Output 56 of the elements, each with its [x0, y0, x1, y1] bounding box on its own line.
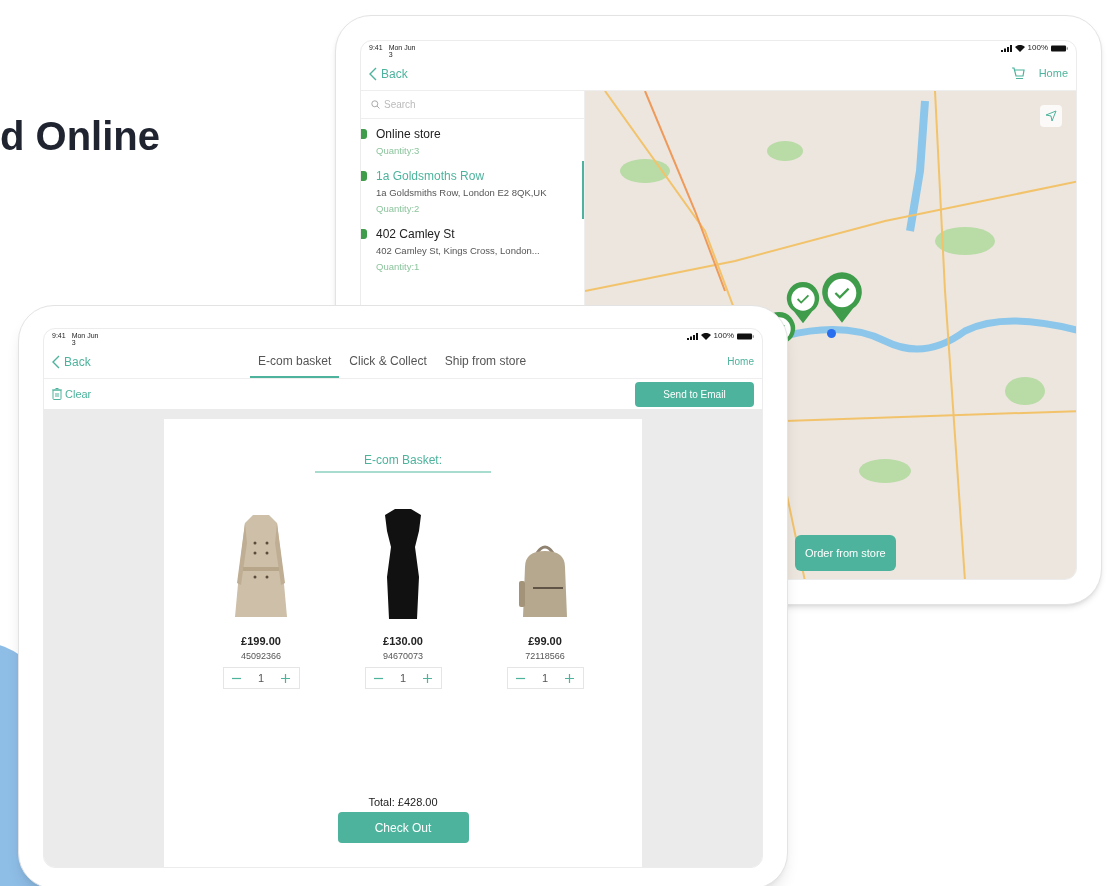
battery-percent: 100% — [713, 332, 734, 340]
product-code: 94670073 — [382, 649, 423, 663]
tab[interactable]: E-com basket — [250, 345, 340, 378]
park-area — [935, 227, 995, 255]
plus-icon[interactable] — [423, 673, 432, 683]
product-price: £130.00 — [383, 634, 423, 649]
park-area — [1005, 377, 1045, 405]
store-quantity: Quantity:3 — [376, 145, 421, 157]
page-heading: d Online — [0, 113, 160, 160]
location-arrow-button[interactable] — [1040, 105, 1062, 127]
store-address: 1a Goldsmiths Row, London E2 8QK,UK — [376, 187, 547, 199]
store-marker-icon — [361, 129, 367, 139]
wifi-icon — [1014, 44, 1025, 52]
store-quantity: Quantity:1 — [376, 261, 421, 273]
quantity-value: 1 — [541, 670, 549, 686]
signal-icon — [1000, 44, 1012, 52]
search-icon — [371, 100, 380, 109]
tab[interactable]: Click & Collect — [341, 345, 435, 378]
store-marker-icon — [361, 229, 367, 239]
product-code: 45092366 — [240, 649, 281, 663]
quantity-stepper[interactable]: 1 — [222, 667, 300, 689]
quantity-value: 1 — [257, 670, 265, 686]
store-name: Online store — [376, 127, 441, 141]
store-quantity: Quantity:2 — [376, 203, 421, 215]
store-list-item[interactable]: 402 Camley St 402 Camley St, Kings Cross, London... Quantity:1 — [361, 219, 584, 277]
wifi-icon — [700, 332, 711, 340]
park-area — [620, 159, 670, 183]
store-address: 402 Camley St, Kings Cross, London... — [376, 245, 540, 257]
basket-total: Total: £428.00 — [368, 794, 438, 810]
park-area — [767, 141, 803, 161]
product-price: £99.00 — [528, 634, 562, 649]
location-arrow-icon — [1045, 110, 1057, 122]
store-name: 402 Camley St — [376, 227, 456, 241]
product-code: 72118566 — [525, 649, 565, 663]
back-chevron-icon — [52, 354, 60, 369]
tab[interactable]: Ship from store — [436, 345, 535, 378]
product-price: £199.00 — [241, 634, 281, 649]
plus-icon[interactable] — [281, 673, 290, 683]
trash-icon — [52, 388, 62, 400]
map-pin-icon — [820, 271, 864, 324]
park-area — [859, 459, 911, 483]
battery-icon — [737, 332, 754, 340]
signal-icon — [686, 332, 698, 340]
back-chevron-icon — [369, 66, 377, 81]
quantity-stepper[interactable]: 1 — [506, 667, 584, 689]
basket-title: E-com Basket: — [315, 451, 491, 473]
store-marker-icon — [361, 171, 367, 181]
battery-percent: 100% — [1027, 44, 1048, 52]
store-name: 1a Goldsmoths Row — [376, 169, 486, 183]
store-list-item[interactable]: Online store Quantity:3 — [361, 119, 584, 161]
quantity-stepper[interactable]: 1 — [364, 667, 442, 689]
map-pin-icon — [785, 281, 821, 325]
cart-icon[interactable] — [1010, 67, 1025, 80]
plus-icon[interactable] — [565, 673, 574, 683]
battery-icon — [1051, 44, 1068, 52]
quantity-value: 1 — [399, 670, 407, 686]
